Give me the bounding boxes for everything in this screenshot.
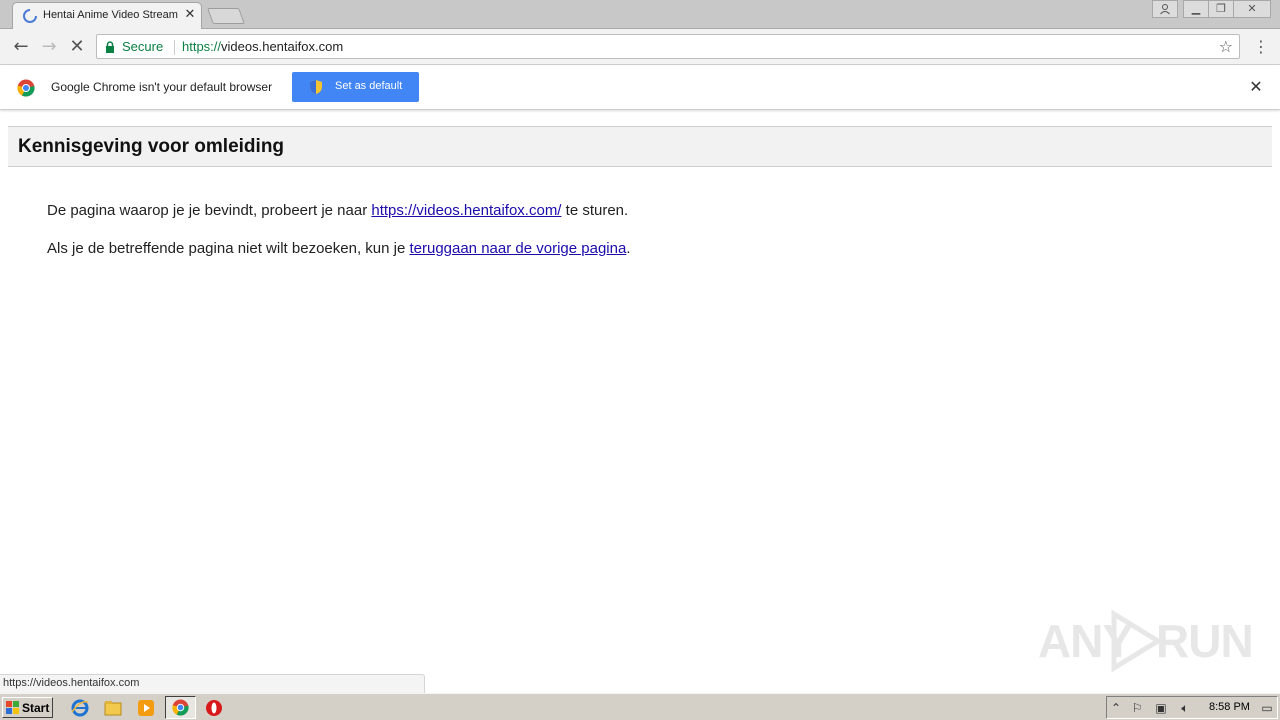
tab-title: Hentai Anime Video Streamin (43, 9, 178, 21)
volume-icon[interactable]: 🔈︎ (1177, 700, 1193, 716)
redirect-notice-header: Kennisgeving voor omleiding (8, 126, 1272, 167)
internet-explorer-icon[interactable] (70, 698, 90, 718)
taskbar: Start ⌃ ⚐ ▣ 🔈︎ 8:58 PM ▭ (0, 693, 1280, 720)
status-bubble: https://videos.hentaifox.com (0, 674, 425, 693)
redirect-text-after: te sturen. (561, 202, 629, 219)
profile-icon[interactable] (1152, 0, 1178, 18)
url-text: https://videos.hentaifox.com (182, 39, 343, 54)
browser-tab[interactable]: Hentai Anime Video Streamin ✕ (12, 2, 202, 29)
set-as-default-button[interactable]: Set as default (292, 72, 419, 102)
default-browser-infobar: Google Chrome isn't your default browser… (0, 65, 1280, 110)
url-host: videos.hentaifox.com (221, 39, 344, 54)
watermark-right-text: RUN (1156, 615, 1254, 667)
go-back-paragraph: Als je de betreffende pagina niet wilt b… (47, 240, 630, 257)
anyrun-watermark: ANY RUN (1038, 608, 1254, 674)
new-tab-button[interactable] (207, 8, 245, 24)
tab-strip: Hentai Anime Video Streamin ✕ ▁ ❐ ✕ (0, 0, 1280, 29)
page-title: Kennisgeving voor omleiding (18, 136, 285, 157)
redirect-text-before: De pagina waarop je je bevindt, probeert… (47, 202, 372, 219)
menu-icon[interactable]: ⋮ (1253, 37, 1269, 57)
address-bar[interactable]: Secure https://videos.hentaifox.com ☆ (96, 34, 1240, 59)
infobar-close-icon[interactable]: ✕ (1248, 78, 1264, 96)
file-explorer-icon[interactable] (103, 698, 123, 718)
forward-icon[interactable]: → (38, 36, 60, 58)
browser-toolbar: ← → ✕ Secure https://videos.hentaifox.co… (0, 29, 1280, 65)
show-hidden-icons-icon[interactable]: ⌃ (1108, 700, 1124, 716)
url-scheme: https:// (182, 39, 222, 54)
minimize-icon[interactable]: ▁ (1183, 0, 1209, 18)
network-icon[interactable]: ▣ (1153, 700, 1169, 716)
chrome-taskbar-icon (172, 699, 189, 716)
action-center-flag-icon[interactable]: ⚐ (1129, 700, 1145, 716)
start-label: Start (22, 701, 50, 715)
restore-icon[interactable]: ❐ (1208, 0, 1234, 18)
omnibox-divider (174, 40, 175, 55)
window-close-icon[interactable]: ✕ (1233, 0, 1271, 18)
go-back-link[interactable]: teruggaan naar de vorige pagina (409, 240, 626, 257)
go-back-text-after: . (626, 240, 631, 257)
windows-flag-icon (6, 701, 19, 714)
secure-label: Secure (122, 39, 164, 54)
status-url: https://videos.hentaifox.com (3, 677, 140, 689)
opera-icon[interactable] (204, 698, 224, 718)
taskbar-clock[interactable]: 8:58 PM (1209, 701, 1250, 713)
loading-spinner-icon (23, 9, 37, 23)
tab-close-icon[interactable]: ✕ (183, 8, 197, 22)
lock-icon (106, 41, 114, 53)
media-player-icon[interactable] (136, 698, 156, 718)
back-icon[interactable]: ← (10, 36, 32, 58)
chrome-logo-icon (17, 79, 35, 97)
infobar-message: Google Chrome isn't your default browser (51, 80, 273, 94)
start-button[interactable]: Start (2, 697, 53, 718)
set-as-default-label: Set as default (335, 80, 403, 92)
go-back-text-before: Als je de betreffende pagina niet wilt b… (47, 240, 410, 257)
shield-icon (310, 80, 322, 94)
show-desktop-icon[interactable]: ▭ (1259, 700, 1275, 716)
system-tray: ⌃ ⚐ ▣ 🔈︎ 8:58 PM ▭ (1106, 696, 1278, 719)
redirect-paragraph: De pagina waarop je je bevindt, probeert… (47, 202, 628, 219)
stop-loading-icon[interactable]: ✕ (66, 36, 88, 58)
bookmark-star-icon[interactable]: ☆ (1219, 37, 1233, 56)
redirect-target-link[interactable]: https://videos.hentaifox.com/ (371, 202, 561, 219)
screen: Hentai Anime Video Streamin ✕ ▁ ❐ ✕ ← → … (0, 0, 1280, 720)
chrome-taskbar-button[interactable] (165, 696, 196, 719)
